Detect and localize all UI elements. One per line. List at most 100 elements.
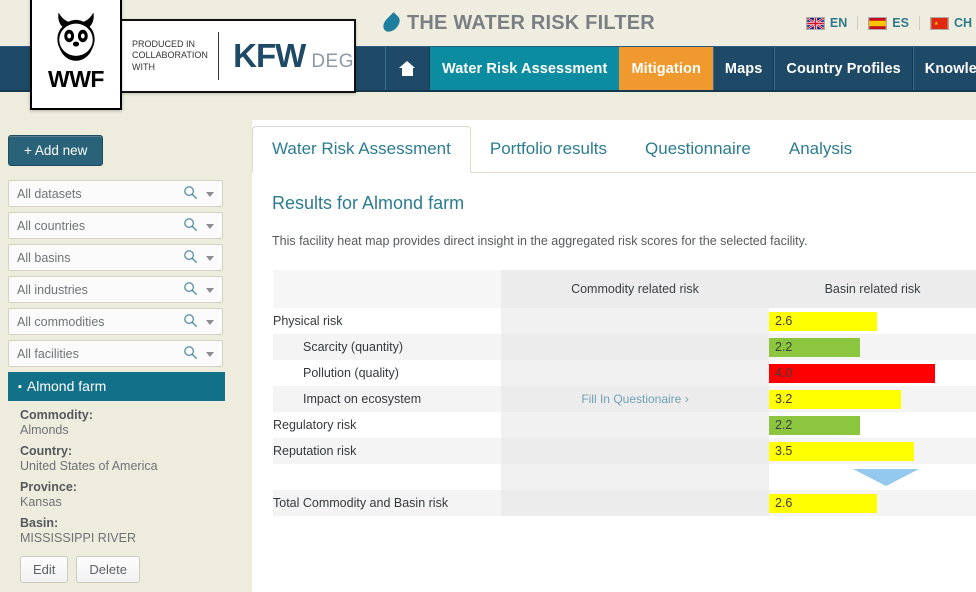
nav-item-maps[interactable]: Maps xyxy=(712,47,775,90)
wwf-logo[interactable]: WWF xyxy=(30,0,122,110)
tab-questionnaire[interactable]: Questionnaire xyxy=(626,139,770,172)
commodity-risk-cell xyxy=(501,412,769,438)
table-header-row: Commodity related risk Basin related ris… xyxy=(273,270,976,308)
detail-value-commodity: Almonds xyxy=(20,423,69,437)
facility-name: Almond farm xyxy=(26,378,107,394)
nav-item-water-risk-assessment[interactable]: Water Risk Assessment xyxy=(430,47,620,90)
nav-item-country-profiles[interactable]: Country Profiles xyxy=(774,47,913,90)
filter-label: All basins xyxy=(17,250,71,265)
language-option-ch[interactable]: ★ CH xyxy=(920,16,976,30)
search-icon[interactable] xyxy=(183,217,198,232)
tab-analysis[interactable]: Analysis xyxy=(770,139,871,172)
uk-flag-icon xyxy=(805,16,825,30)
language-label-es: ES xyxy=(892,16,909,30)
produced-line-1: PRODUCED IN xyxy=(132,39,196,50)
sidebar-item-almond-farm[interactable]: ▪ Almond farm xyxy=(8,372,225,401)
nav-item-mitigation[interactable]: Mitigation xyxy=(619,47,713,90)
language-option-es[interactable]: ES xyxy=(858,16,920,30)
site-title: THE WATER RISK FILTER xyxy=(380,12,655,35)
filter-all-industries[interactable]: All industries xyxy=(8,276,223,303)
spacer-cell xyxy=(501,464,769,490)
risk-value: 2.6 xyxy=(775,314,793,328)
detail-value-basin: MISSISSIPPI RIVER xyxy=(20,531,137,545)
search-icon[interactable] xyxy=(183,185,198,200)
chevron-down-icon[interactable] xyxy=(206,192,214,197)
add-new-button[interactable]: + Add new xyxy=(8,135,104,166)
detail-value-country: United States of America xyxy=(20,459,158,473)
risk-category-label: Physical risk xyxy=(273,308,501,334)
arrow-cell xyxy=(769,464,976,490)
commodity-risk-cell xyxy=(501,438,769,464)
basin-risk-cell: 2.6 xyxy=(769,308,976,334)
chevron-down-icon[interactable] xyxy=(206,352,214,357)
nav-label: Maps xyxy=(724,60,763,77)
china-flag-icon: ★ xyxy=(929,16,949,30)
search-icon[interactable] xyxy=(183,313,198,328)
chevron-down-icon[interactable] xyxy=(206,256,214,261)
table-row: Scarcity (quantity) 2.2 xyxy=(273,334,976,360)
tab-label: Portfolio results xyxy=(489,139,608,158)
tab-water-risk-assessment[interactable]: Water Risk Assessment xyxy=(252,126,471,173)
commodity-risk-cell[interactable]: Fill In Questionaire › xyxy=(501,386,769,412)
table-row: Regulatory risk 2.2 xyxy=(273,412,976,438)
chevron-down-icon[interactable] xyxy=(206,320,214,325)
total-commodity-cell xyxy=(501,490,769,516)
filter-label: All industries xyxy=(17,282,88,297)
search-icon[interactable] xyxy=(183,345,198,360)
risk-value: 2.2 xyxy=(775,418,793,432)
search-icon[interactable] xyxy=(183,249,198,264)
language-label-ch: CH xyxy=(953,16,972,30)
edit-button[interactable]: Edit xyxy=(20,556,69,583)
basin-risk-cell: 4.0 xyxy=(769,360,976,386)
home-icon xyxy=(399,61,416,76)
site-title-text: THE WATER RISK FILTER xyxy=(407,12,655,34)
basin-risk-cell: 2.2 xyxy=(769,334,976,360)
total-risk-label: Total Commodity and Basin risk xyxy=(273,490,501,516)
filter-all-basins[interactable]: All basins xyxy=(8,244,223,271)
risk-heatmap-table: Commodity related risk Basin related ris… xyxy=(273,270,976,516)
results-description: This facility heat map provides direct i… xyxy=(272,234,808,248)
detail-key-province: Province: xyxy=(20,480,77,494)
facility-details: Commodity: Almonds Country: United State… xyxy=(20,401,230,592)
tab-label: Water Risk Assessment xyxy=(272,139,451,158)
risk-bar: 2.2 xyxy=(769,415,860,435)
language-selector[interactable]: EN ES ★ CH xyxy=(796,16,976,30)
table-row: Physical risk 2.6 xyxy=(273,308,976,334)
filter-all-countries[interactable]: All countries xyxy=(8,212,223,239)
kfw-collaboration-logo[interactable]: PRODUCED IN COLLABORATION WITH KFW DEG xyxy=(118,19,356,93)
risk-value: 3.5 xyxy=(775,444,793,458)
detail-key-basin: Basin: xyxy=(20,516,59,530)
nav-home-button[interactable] xyxy=(385,47,430,90)
detail-key-country: Country: xyxy=(20,444,73,458)
risk-bar: 3.5 xyxy=(769,441,914,461)
delete-button[interactable]: Delete xyxy=(76,556,140,583)
chevron-down-icon[interactable] xyxy=(206,224,214,229)
nav-item-knowledge-base[interactable]: Knowledge Base xyxy=(912,47,976,90)
spacer-cell xyxy=(273,464,501,490)
page-root: THE WATER RISK FILTER EN ES ★ CH Water R… xyxy=(0,0,976,592)
filter-all-facilities[interactable]: All facilities xyxy=(8,340,223,367)
detail-value-province: Kansas xyxy=(20,495,62,509)
risk-bar: 2.6 xyxy=(769,311,877,331)
header-basin-related-risk: Basin related risk xyxy=(769,270,976,308)
risk-value: 2.2 xyxy=(775,340,793,354)
filter-label: All facilities xyxy=(17,346,79,361)
search-icon[interactable] xyxy=(183,281,198,296)
language-label-en: EN xyxy=(829,16,848,30)
filter-all-datasets[interactable]: All datasets xyxy=(8,180,223,207)
main-content-panel: Water Risk Assessment Portfolio results … xyxy=(252,120,976,592)
chevron-down-icon[interactable] xyxy=(206,288,214,293)
page-title: Results for Almond farm xyxy=(272,193,465,213)
basin-risk-cell: 3.2 xyxy=(769,386,976,412)
kfw-deg-label: DEG xyxy=(311,51,354,72)
commodity-risk-cell xyxy=(501,308,769,334)
content-tabs: Water Risk Assessment Portfolio results … xyxy=(252,120,976,173)
produced-line-2: COLLABORATION xyxy=(132,50,208,61)
language-option-en[interactable]: EN xyxy=(796,16,859,30)
filter-all-commodities[interactable]: All commodities xyxy=(8,308,223,335)
svg-text:★: ★ xyxy=(934,21,939,27)
produced-line-3: WITH xyxy=(132,61,155,72)
fill-in-questionnaire-link[interactable]: Fill In Questionaire › xyxy=(581,392,688,406)
tab-portfolio-results[interactable]: Portfolio results xyxy=(471,139,626,172)
tab-label: Questionnaire xyxy=(645,139,751,158)
